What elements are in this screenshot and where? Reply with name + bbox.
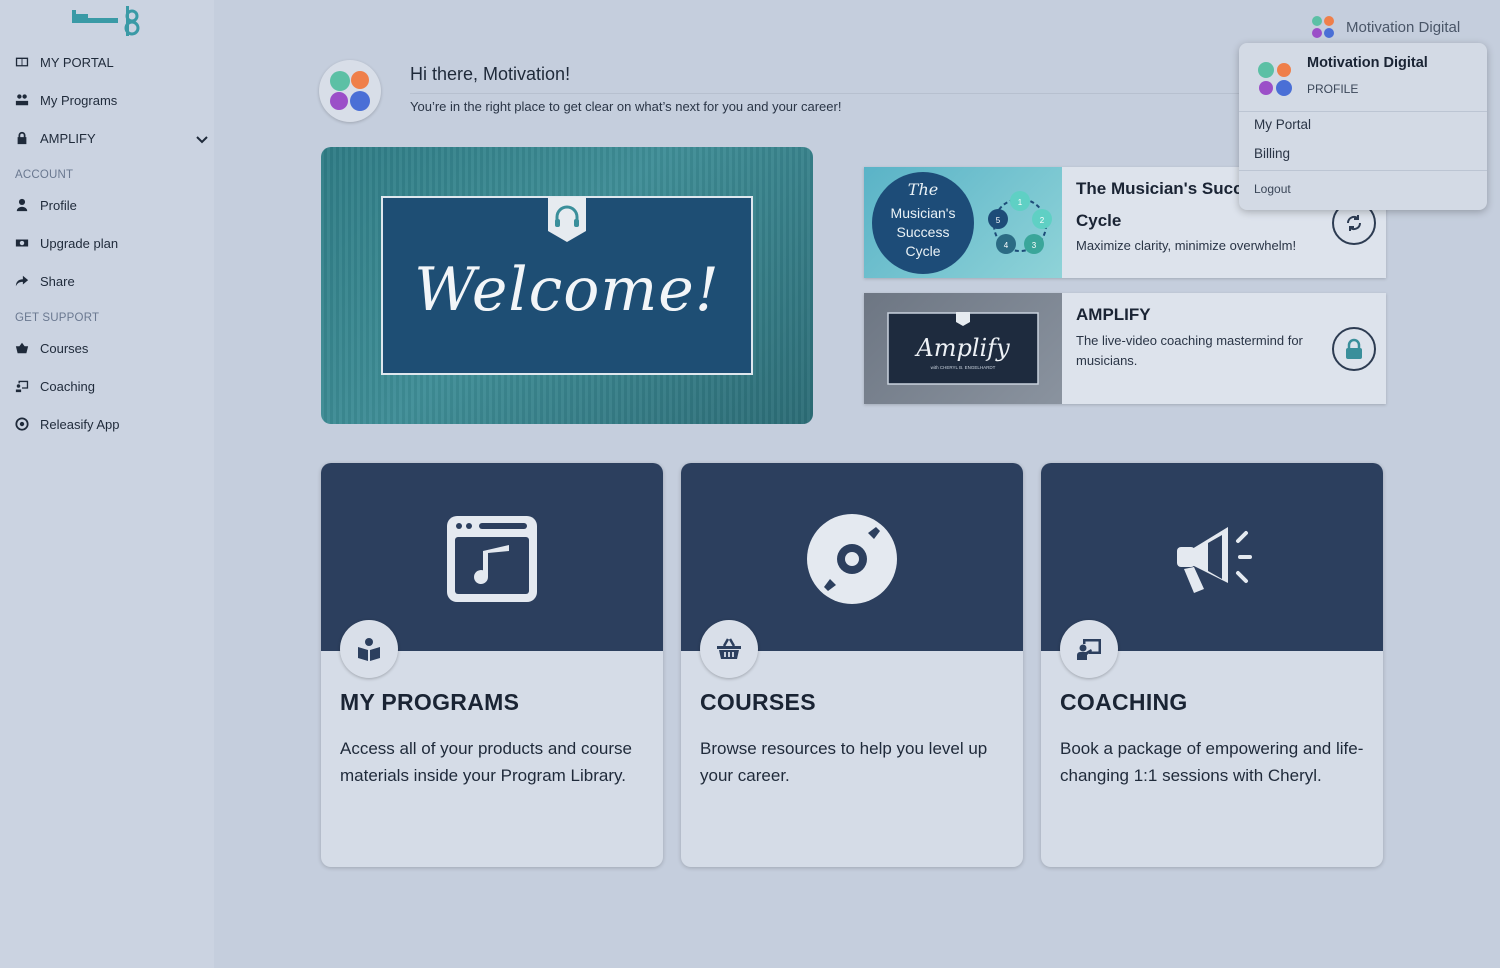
card-coaching[interactable]: COACHING Book a package of empowering an… (1041, 463, 1383, 867)
sidebar-item-label: Releasify App (40, 416, 120, 432)
program-title-line2: Cycle (1076, 211, 1122, 230)
card-description: Access all of your products and course m… (340, 739, 632, 785)
logo-key-icon[interactable] (70, 4, 144, 38)
card-courses[interactable]: COURSES Browse resources to help you lev… (681, 463, 1023, 867)
money-icon (14, 235, 30, 251)
card-badge (1060, 620, 1118, 678)
sidebar-item-label: AMPLIFY (40, 130, 96, 146)
target-icon (14, 416, 30, 432)
basket-icon (717, 638, 741, 659)
cycle-number: 1 (1018, 198, 1023, 207)
program-description: The live-video coaching mastermind for (1076, 333, 1303, 348)
sidebar-item-profile[interactable]: Profile (14, 193, 77, 217)
cycle-number: 5 (996, 216, 1001, 225)
program-title: AMPLIFY (1076, 305, 1151, 324)
welcome-banner[interactable]: Welcome! (321, 147, 813, 424)
brand-logo-icon (330, 71, 370, 111)
program-description: Maximize clarity, minimize overwhelm! (1076, 238, 1297, 253)
brand-logo-icon (1312, 16, 1334, 38)
locked-button[interactable] (1332, 327, 1376, 371)
card-title: MY PROGRAMS (340, 689, 520, 715)
sidebar-item-label: Courses (40, 340, 89, 356)
program-thumbnail: Amplify with CHERYL B. ENGELHARDT (864, 293, 1062, 404)
dropdown-user-role[interactable]: PROFILE (1307, 82, 1358, 96)
book-reader-icon (358, 638, 380, 661)
avatar (319, 60, 381, 122)
card-badge (340, 620, 398, 678)
sidebar-item-share[interactable]: Share (14, 269, 75, 293)
sidebar-item-amplify[interactable]: AMPLIFY (14, 126, 96, 150)
sidebar-item-courses[interactable]: Courses (14, 336, 88, 360)
program-thumbnail: 1 2 3 4 5 The Musician's Success Cycle (864, 167, 1062, 278)
share-icon (14, 273, 30, 289)
thumb-text: Musician's (891, 205, 956, 221)
thumb-subtext: with CHERYL B. ENGELHARDT (931, 365, 996, 370)
programs-icon (14, 92, 30, 108)
divider (1239, 111, 1487, 112)
section-header-account: ACCOUNT (15, 169, 74, 181)
card-badge (700, 620, 758, 678)
card-description: Browse resources to help you level up yo… (700, 739, 988, 785)
sidebar-item-label: Upgrade plan (40, 235, 119, 251)
sidebar-item-label: Share (40, 273, 75, 289)
sidebar-item-my-programs[interactable]: My Programs (14, 88, 117, 112)
sidebar-item-releasify-app[interactable]: Releasify App (14, 412, 120, 436)
welcome-text: Welcome! (414, 255, 720, 325)
thumb-text: The (908, 180, 938, 199)
refresh-icon (1346, 215, 1362, 231)
cycle-number: 3 (1032, 241, 1037, 250)
divider (410, 93, 1240, 94)
card-my-programs[interactable]: MY PROGRAMS Access all of your products … (321, 463, 663, 867)
program-card-amplify[interactable]: Amplify with CHERYL B. ENGELHARDT AMPLIF… (864, 293, 1386, 404)
lock-icon (14, 130, 30, 146)
sidebar-item-label: Coaching (40, 378, 95, 394)
basket-icon (14, 340, 30, 356)
success-cycle-graphic: 1 2 3 4 5 The Musician's Success Cycle (872, 172, 1052, 274)
sidebar-item-label: My Programs (40, 92, 118, 108)
user-dropdown-menu: Motivation Digital PROFILE My Portal Bil… (1239, 43, 1487, 210)
megaphone-icon (1177, 527, 1252, 593)
program-title: The Musician's Succe (1076, 179, 1252, 198)
logout-link[interactable]: Logout (1254, 182, 1291, 196)
user-name: Motivation Digital (1346, 18, 1461, 36)
cycle-number: 2 (1040, 216, 1045, 225)
program-description-line2: musicians. (1076, 353, 1138, 368)
chalkboard-teacher-icon (1077, 639, 1101, 660)
amplify-graphic: Amplify with CHERYL B. ENGELHARDT (887, 312, 1039, 385)
sidebar-item-coaching[interactable]: Coaching (14, 374, 95, 398)
sidebar-item-upgrade-plan[interactable]: Upgrade plan (14, 231, 118, 255)
chevron-down-icon[interactable] (195, 132, 209, 146)
sidebar-item-label: Profile (40, 197, 77, 213)
card-title: COACHING (1060, 689, 1188, 715)
thumb-text: Success (897, 224, 950, 240)
divider (1239, 170, 1487, 171)
dropdown-user-name: Motivation Digital (1307, 55, 1428, 71)
user-menu-trigger[interactable]: Motivation Digital (1310, 14, 1460, 40)
dropdown-item-billing[interactable]: Billing (1254, 146, 1290, 161)
card-title: COURSES (700, 689, 816, 715)
thumb-text: Amplify (914, 334, 1010, 362)
sidebar: MY PORTAL My Programs AMPLIFY ACCOUNT Pr… (0, 0, 214, 968)
sidebar-item-label: MY PORTAL (40, 54, 114, 70)
brand-logo-icon (1258, 62, 1292, 96)
section-header-get-support: GET SUPPORT (15, 312, 100, 324)
dropdown-item-my-portal[interactable]: My Portal (1254, 117, 1311, 132)
chalkboard-icon (14, 378, 30, 394)
greeting-title: Hi there, Motivation! (410, 64, 571, 84)
greeting-subtitle: You’re in the right place to get clear o… (410, 99, 842, 114)
music-window-icon (447, 516, 537, 602)
sidebar-item-my-portal[interactable]: MY PORTAL (14, 50, 114, 74)
card-description: Book a package of empowering and life-ch… (1060, 739, 1364, 785)
lock-icon (1346, 338, 1362, 359)
user-icon (14, 197, 30, 213)
thumb-text: Cycle (905, 243, 940, 259)
table-icon (14, 54, 30, 70)
cycle-number: 4 (1004, 241, 1009, 250)
headphones-badge-icon (548, 197, 586, 242)
disc-icon (807, 514, 897, 604)
